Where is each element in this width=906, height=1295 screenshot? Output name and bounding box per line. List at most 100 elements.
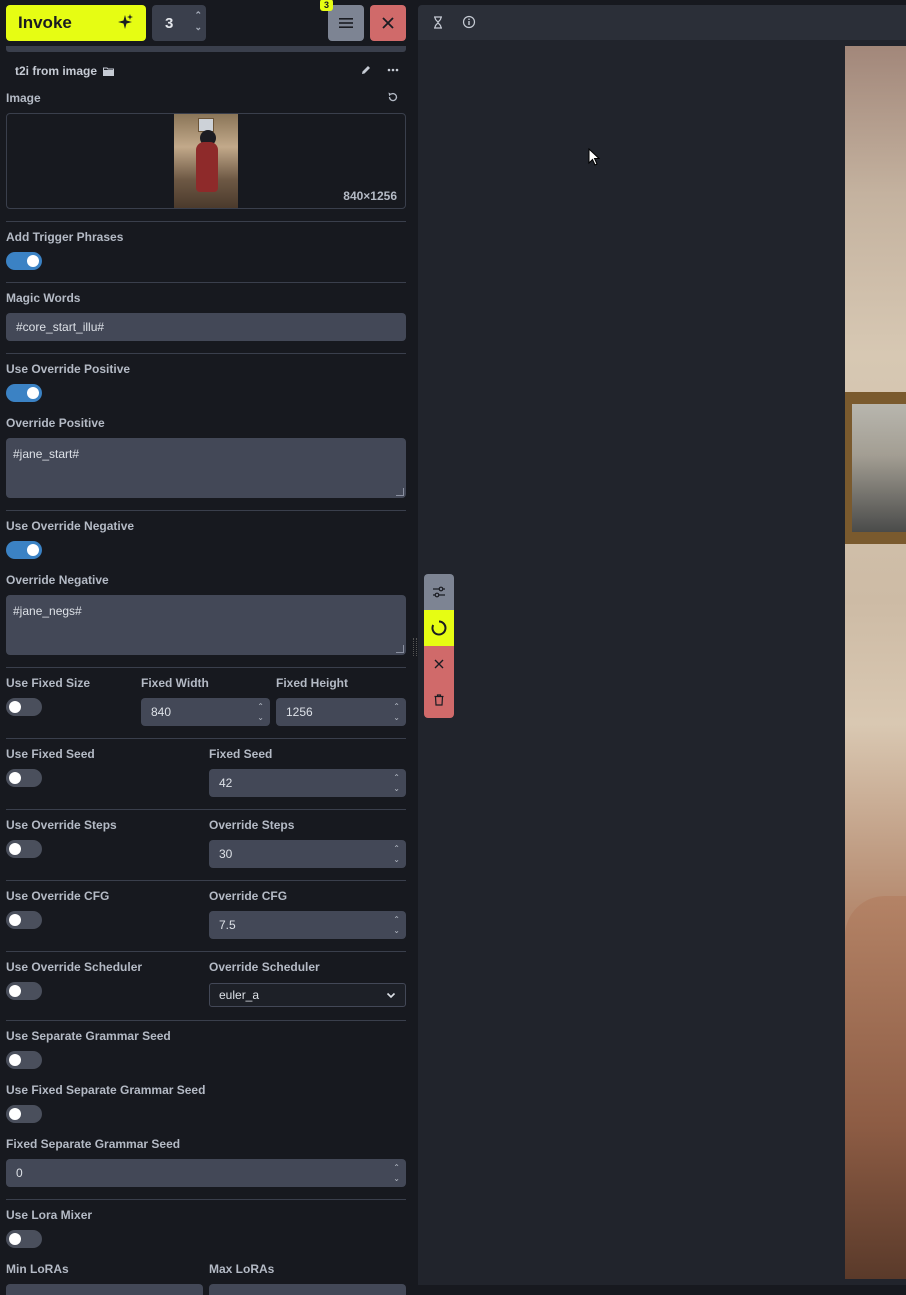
use-fixed-size-label: Use Fixed Size xyxy=(6,676,91,690)
workflow-title: t2i from image xyxy=(15,64,115,78)
max-loras-label: Max LoRAs xyxy=(209,1262,275,1276)
divider xyxy=(6,1020,406,1021)
queue-menu-button[interactable]: 3 xyxy=(320,0,364,41)
fixed-seed-input[interactable]: 42 ⌃ ⌄ xyxy=(209,769,406,797)
override-cfg-value: 7.5 xyxy=(219,918,236,932)
fixed-separate-grammar-seed-label: Fixed Separate Grammar Seed xyxy=(6,1137,181,1151)
increment-icon[interactable]: ⌃ xyxy=(393,914,400,925)
decrement-icon[interactable]: ⌄ xyxy=(393,925,400,936)
use-override-positive-toggle[interactable] xyxy=(6,384,42,402)
use-override-steps-toggle[interactable] xyxy=(6,840,42,858)
cancel-current-button[interactable] xyxy=(424,646,454,682)
app-root: Invoke 3 ⌃ ⌄ 3 t2i from image Image 840×… xyxy=(0,0,906,1295)
image-viewer xyxy=(418,40,906,1285)
override-steps-input[interactable]: 30 ⌃ ⌄ xyxy=(209,840,406,868)
increment-icon[interactable]: ⌃ xyxy=(194,9,202,21)
divider xyxy=(6,282,406,283)
use-override-scheduler-toggle[interactable] xyxy=(6,982,42,1000)
image-thumbnail[interactable] xyxy=(174,114,238,208)
pencil-icon[interactable] xyxy=(360,64,372,76)
increment-icon[interactable]: ⌃ xyxy=(393,1162,400,1173)
decrement-icon[interactable]: ⌄ xyxy=(393,783,400,794)
use-override-cfg-toggle[interactable] xyxy=(6,911,42,929)
use-override-scheduler-label: Use Override Scheduler xyxy=(6,960,143,974)
decrement-icon[interactable]: ⌄ xyxy=(393,1173,400,1184)
reset-icon[interactable] xyxy=(387,91,399,103)
spinner-icon xyxy=(431,620,447,636)
divider xyxy=(6,667,406,668)
fixed-height-value: 1256 xyxy=(286,705,313,719)
use-fixed-seed-toggle[interactable] xyxy=(6,769,42,787)
divider xyxy=(6,353,406,354)
progress-button[interactable] xyxy=(424,610,454,646)
image-dimensions: 840×1256 xyxy=(343,189,397,203)
override-negative-textarea[interactable]: #jane_negs# xyxy=(6,595,406,655)
queue-count-badge: 3 xyxy=(320,0,334,11)
divider xyxy=(6,221,406,222)
override-positive-textarea[interactable]: #jane_start# xyxy=(6,438,406,498)
override-steps-label: Override Steps xyxy=(209,818,295,832)
use-separate-grammar-seed-toggle[interactable] xyxy=(6,1051,42,1069)
override-cfg-input[interactable]: 7.5 ⌃ ⌄ xyxy=(209,911,406,939)
use-override-negative-toggle[interactable] xyxy=(6,541,42,559)
use-override-negative-label: Use Override Negative xyxy=(6,519,135,533)
increment-icon[interactable]: ⌃ xyxy=(257,701,264,712)
divider xyxy=(6,738,406,739)
add-trigger-phrases-label: Add Trigger Phrases xyxy=(6,230,124,244)
iterations-value: 3 xyxy=(165,14,174,32)
override-cfg-label: Override CFG xyxy=(209,889,288,903)
invoke-button[interactable]: Invoke xyxy=(6,5,146,41)
use-override-cfg-label: Use Override CFG xyxy=(6,889,110,903)
workflow-form-panel: Invoke 3 ⌃ ⌄ 3 t2i from image Image 840×… xyxy=(0,0,412,1295)
fixed-seed-value: 42 xyxy=(219,776,233,790)
mouse-cursor xyxy=(588,148,600,166)
sparkles-icon xyxy=(118,14,133,29)
hourglass-icon[interactable] xyxy=(433,16,443,29)
magic-words-input[interactable]: #core_start_illu# xyxy=(6,313,406,341)
info-icon[interactable] xyxy=(462,15,476,29)
fixed-height-label: Fixed Height xyxy=(276,676,349,690)
override-scheduler-select[interactable]: euler_a xyxy=(209,983,406,1007)
add-trigger-phrases-toggle[interactable] xyxy=(6,252,42,270)
override-scheduler-label: Override Scheduler xyxy=(209,960,320,974)
increment-icon[interactable]: ⌃ xyxy=(393,701,400,712)
use-override-steps-label: Use Override Steps xyxy=(6,818,117,832)
fixed-separate-grammar-seed-input[interactable]: 0 ⌃ ⌄ xyxy=(6,1159,406,1187)
use-override-positive-label: Use Override Positive xyxy=(6,362,131,376)
image-label: Image xyxy=(6,91,41,105)
use-lora-mixer-toggle[interactable] xyxy=(6,1230,42,1248)
fixed-width-input[interactable]: 840 ⌃ ⌄ xyxy=(141,698,270,726)
iterations-input[interactable]: 3 ⌃ ⌄ xyxy=(152,5,206,41)
override-scheduler-value: euler_a xyxy=(219,988,260,1002)
override-negative-value: #jane_negs# xyxy=(13,604,82,618)
cancel-all-button[interactable] xyxy=(370,5,406,41)
use-lora-mixer-label: Use Lora Mixer xyxy=(6,1208,93,1222)
decrement-icon[interactable]: ⌄ xyxy=(257,712,264,723)
decrement-icon[interactable]: ⌄ xyxy=(393,854,400,865)
divider xyxy=(6,809,406,810)
divider xyxy=(6,510,406,511)
settings-button[interactable] xyxy=(424,574,454,610)
divider xyxy=(6,880,406,881)
resize-handle[interactable] xyxy=(396,488,404,496)
fixed-height-input[interactable]: 1256 ⌃ ⌄ xyxy=(276,698,406,726)
decrement-icon[interactable]: ⌄ xyxy=(393,712,400,723)
generated-image-preview[interactable] xyxy=(845,46,906,1279)
increment-icon[interactable]: ⌃ xyxy=(393,772,400,783)
decrement-icon[interactable]: ⌄ xyxy=(194,21,202,33)
image-field[interactable]: 840×1256 xyxy=(6,113,406,209)
override-positive-label: Override Positive xyxy=(6,416,105,430)
magic-words-label: Magic Words xyxy=(6,291,81,305)
min-loras-input[interactable] xyxy=(6,1284,203,1295)
use-separate-grammar-seed-label: Use Separate Grammar Seed xyxy=(6,1029,171,1043)
resize-handle[interactable] xyxy=(396,645,404,653)
increment-icon[interactable]: ⌃ xyxy=(393,843,400,854)
delete-button[interactable] xyxy=(424,682,454,718)
max-loras-input[interactable] xyxy=(209,1284,406,1295)
use-fixed-separate-grammar-seed-toggle[interactable] xyxy=(6,1105,42,1123)
use-fixed-size-toggle[interactable] xyxy=(6,698,42,716)
x-icon xyxy=(434,659,444,669)
fixed-width-label: Fixed Width xyxy=(141,676,209,690)
use-fixed-separate-grammar-seed-label: Use Fixed Separate Grammar Seed xyxy=(6,1083,206,1097)
ellipsis-icon[interactable] xyxy=(387,64,399,76)
